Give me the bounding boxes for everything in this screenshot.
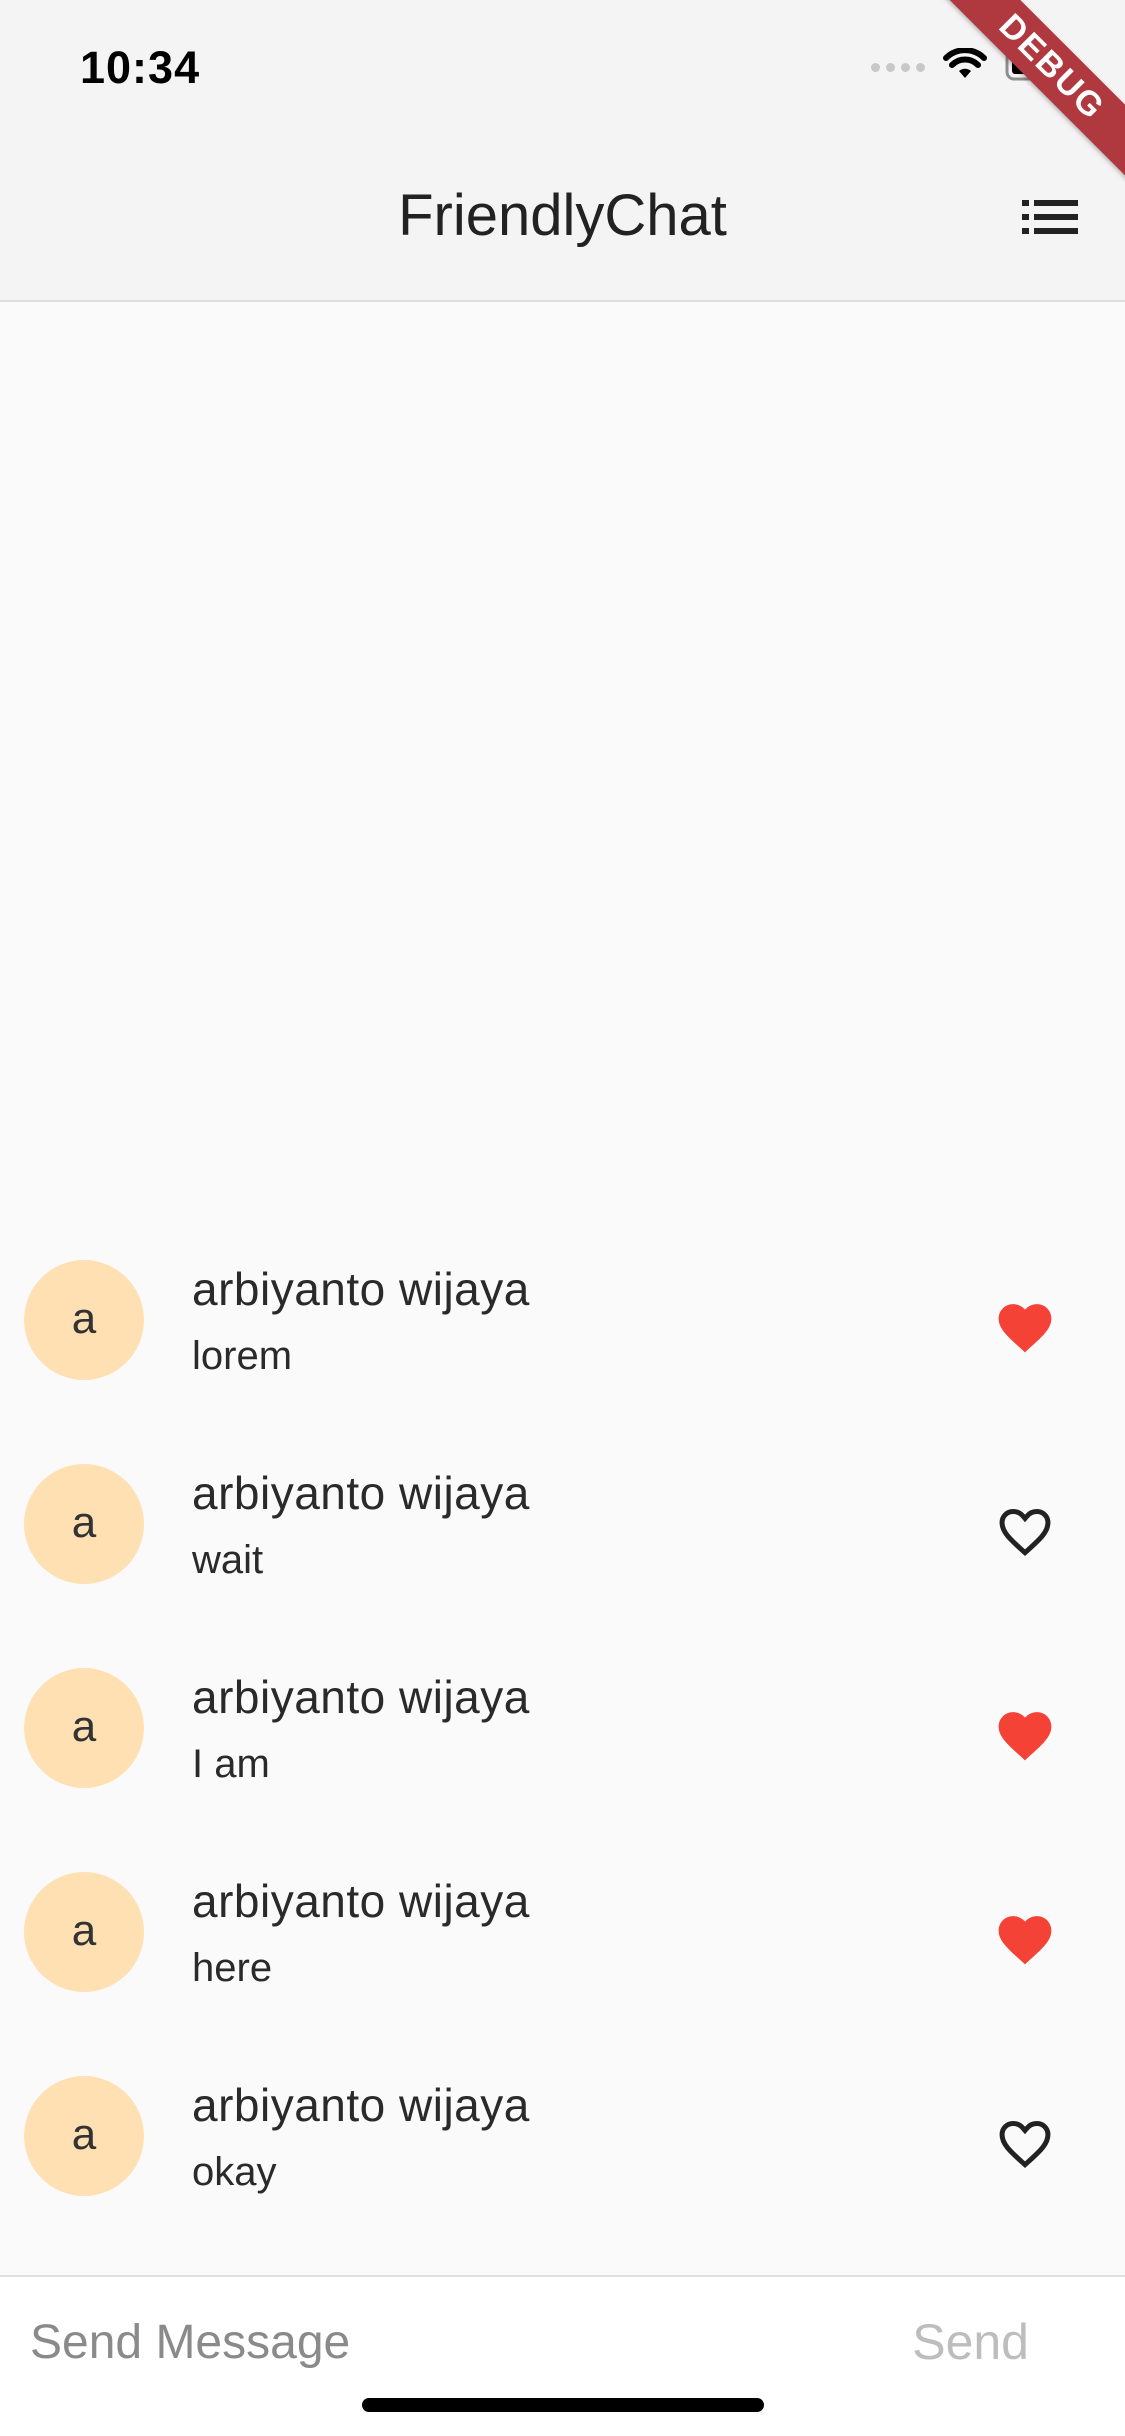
avatar: a <box>24 2076 144 2196</box>
like-button[interactable] <box>985 1492 1065 1572</box>
menu-button[interactable] <box>1015 184 1085 254</box>
avatar: a <box>24 1260 144 1380</box>
message-item: a arbiyanto wijaya here <box>0 1862 1125 2066</box>
heart-outline-icon <box>993 1501 1057 1564</box>
avatar: a <box>24 1668 144 1788</box>
cellular-signal-icon <box>871 63 925 72</box>
like-button[interactable] <box>985 1696 1065 1776</box>
home-indicator <box>362 2398 764 2412</box>
sender-name: arbiyanto wijaya <box>192 1263 530 1315</box>
message-text: here <box>192 1946 273 1990</box>
like-button[interactable] <box>985 1900 1065 1980</box>
app-bar: FriendlyChat <box>0 132 1125 302</box>
avatar: a <box>24 1464 144 1584</box>
message-list: a arbiyanto wijaya lorem a arbiyanto wij… <box>0 1250 1125 2270</box>
heart-outline-icon <box>993 2113 1057 2176</box>
message-item: a arbiyanto wijaya okay <box>0 2066 1125 2270</box>
sender-name: arbiyanto wijaya <box>192 1671 530 1723</box>
chat-screen: 10:34 FriendlyChat DEBUG a arbiyanto wij… <box>0 0 1125 2436</box>
heart-filled-icon <box>993 1297 1057 1360</box>
sender-name: arbiyanto wijaya <box>192 1875 530 1927</box>
message-text: I am <box>192 1742 270 1786</box>
status-bar: 10:34 <box>0 0 1125 132</box>
message-text: wait <box>192 1538 264 1582</box>
sender-name: arbiyanto wijaya <box>192 2079 530 2131</box>
sender-name: arbiyanto wijaya <box>192 1467 530 1519</box>
send-button[interactable]: Send <box>912 2307 1029 2377</box>
like-button[interactable] <box>985 1288 1065 1368</box>
message-item: a arbiyanto wijaya lorem <box>0 1250 1125 1454</box>
list-icon <box>1022 199 1078 240</box>
message-text: okay <box>192 2150 277 2194</box>
message-text: lorem <box>192 1334 293 1378</box>
message-item: a arbiyanto wijaya wait <box>0 1454 1125 1658</box>
like-button[interactable] <box>985 2104 1065 2184</box>
heart-filled-icon <box>993 1909 1057 1972</box>
message-item: a arbiyanto wijaya I am <box>0 1658 1125 1862</box>
avatar: a <box>24 1872 144 1992</box>
status-time: 10:34 <box>80 42 201 93</box>
wifi-icon <box>943 47 987 87</box>
heart-filled-icon <box>993 1705 1057 1768</box>
app-title: FriendlyChat <box>398 183 727 248</box>
message-input[interactable] <box>30 2307 810 2377</box>
